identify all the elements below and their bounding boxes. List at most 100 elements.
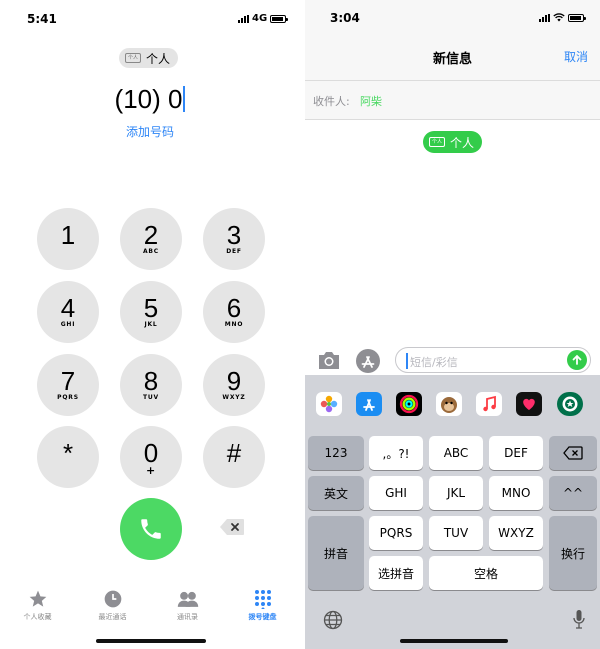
tab-contacts[interactable]: 通讯录: [150, 588, 225, 628]
text-caret: [183, 86, 186, 112]
key-pqrs[interactable]: PQRS: [369, 516, 423, 550]
battery-icon: [568, 13, 586, 22]
return-key[interactable]: 换行: [549, 516, 597, 590]
recipient-label: 收件人:: [313, 95, 350, 108]
call-button[interactable]: [120, 498, 182, 560]
key-letters: DEF: [226, 248, 242, 255]
page-title: 新信息: [432, 52, 472, 67]
message-placeholder: 短信/彩信: [410, 356, 458, 369]
key-8[interactable]: 8 TUV: [120, 354, 182, 416]
key-digit: 9: [226, 366, 242, 396]
key-6[interactable]: 6 MNO: [203, 281, 265, 343]
recipient-value[interactable]: 阿柴: [360, 93, 382, 109]
key-punctuation[interactable]: ,。?!: [369, 436, 423, 470]
key-7[interactable]: 7 PQRS: [37, 354, 99, 416]
key-4[interactable]: 4 GHI: [37, 281, 99, 343]
send-button[interactable]: [567, 350, 587, 370]
keypad-icon: [252, 588, 274, 610]
backspace-key[interactable]: [549, 436, 597, 470]
key-5[interactable]: 5 JKL: [120, 281, 182, 343]
tab-recents[interactable]: 最近通话: [75, 588, 150, 628]
key-letters: TUV: [142, 394, 159, 401]
tab-keypad[interactable]: 拨号键盘: [225, 588, 300, 628]
key-def[interactable]: DEF: [489, 436, 543, 470]
add-number-link[interactable]: 添加号码: [0, 123, 300, 140]
tab-favorites[interactable]: 个人收藏: [0, 588, 75, 628]
tab-label: 拨号键盘: [248, 613, 277, 621]
phone-dialer-screen: 5:41 4G 个人 个人 (10) 0 添加号码 1 2 ABC 3 DEF 4G…: [0, 0, 300, 649]
tab-label: 个人收藏: [23, 613, 52, 621]
key-2[interactable]: 2 ABC: [120, 208, 182, 270]
key-123[interactable]: 123: [308, 436, 364, 470]
key-letters: JKL: [144, 321, 158, 328]
key-digit: 2: [143, 220, 159, 250]
message-input[interactable]: 短信/彩信: [395, 347, 591, 373]
key-abc[interactable]: ABC: [429, 436, 483, 470]
key-english[interactable]: 英文: [308, 476, 364, 510]
key-ghi[interactable]: GHI: [369, 476, 423, 510]
imessage-app-strip: [305, 375, 600, 430]
starbucks-icon[interactable]: [557, 392, 583, 416]
activity-icon[interactable]: [396, 392, 422, 416]
app-store-icon[interactable]: [356, 392, 382, 416]
key-digit: #: [226, 438, 242, 468]
key-0[interactable]: 0 +: [120, 426, 182, 488]
key-digit: 6: [226, 293, 242, 323]
battery-icon: [270, 14, 289, 23]
contact-card-icon: 个人: [429, 137, 445, 147]
text-caret: [406, 353, 408, 369]
key-emoticon[interactable]: ^^: [549, 476, 597, 510]
cancel-button[interactable]: 取消: [564, 48, 588, 65]
home-indicator[interactable]: [96, 639, 206, 643]
home-indicator[interactable]: [400, 639, 508, 643]
network-type: 4G: [252, 13, 268, 24]
animoji-icon[interactable]: [436, 392, 462, 416]
phone-handset-icon: [141, 519, 161, 539]
contact-chip-label: 个人: [146, 51, 171, 66]
clock-icon: [102, 588, 124, 610]
key-1[interactable]: 1: [37, 208, 99, 270]
key-mno[interactable]: MNO: [489, 476, 543, 510]
space-key[interactable]: 空格: [429, 556, 543, 590]
key-digit: 7: [60, 366, 76, 396]
microphone-icon[interactable]: [573, 609, 585, 631]
dialed-number-display: (10) 0: [0, 84, 300, 115]
digital-touch-icon[interactable]: [516, 392, 542, 416]
camera-icon[interactable]: [317, 349, 341, 371]
key-3[interactable]: 3 DEF: [203, 208, 265, 270]
delete-backspace-icon: [220, 519, 244, 535]
status-time: 3:04: [330, 11, 360, 25]
key-jkl[interactable]: JKL: [429, 476, 483, 510]
wifi-icon: [553, 13, 565, 22]
key-tuv[interactable]: TUV: [429, 516, 483, 550]
key-wxyz[interactable]: WXYZ: [489, 516, 543, 550]
music-icon[interactable]: [476, 392, 502, 416]
contact-chip[interactable]: 个人 个人: [119, 48, 179, 68]
key-hash[interactable]: #: [203, 426, 265, 488]
arrow-up-icon: [572, 354, 582, 365]
key-pinyin[interactable]: 拼音: [308, 516, 364, 590]
key-star[interactable]: *: [37, 426, 99, 488]
key-digit: 4: [60, 293, 76, 323]
status-time: 5:41: [27, 12, 57, 26]
tab-label: 最近通话: [98, 613, 127, 621]
contact-bubble-label: 个人: [450, 135, 475, 150]
key-9[interactable]: 9 WXYZ: [203, 354, 265, 416]
backspace-icon: [563, 446, 583, 460]
photos-icon[interactable]: [316, 392, 342, 416]
key-digit: 1: [60, 220, 76, 250]
tab-label: 通讯录: [177, 613, 198, 621]
signal-icon: [238, 14, 249, 23]
recipient-row[interactable]: 收件人: 阿柴: [305, 81, 600, 119]
key-digit: *: [62, 438, 74, 468]
contact-bubble[interactable]: 个人 个人: [423, 131, 483, 153]
key-select-pinyin[interactable]: 选拼音: [369, 556, 423, 590]
key-digit: 3: [226, 220, 242, 250]
key-letters: GHI: [60, 321, 76, 328]
globe-icon[interactable]: [323, 610, 343, 630]
keyboard: 123 ,。?! ABC DEF 英文 GHI JKL MNO ^^ 拼音 PQ…: [305, 430, 600, 649]
key-letters: ABC: [142, 248, 160, 255]
status-indicators: [539, 13, 586, 22]
delete-button[interactable]: [219, 518, 245, 536]
app-store-icon[interactable]: [355, 348, 381, 374]
